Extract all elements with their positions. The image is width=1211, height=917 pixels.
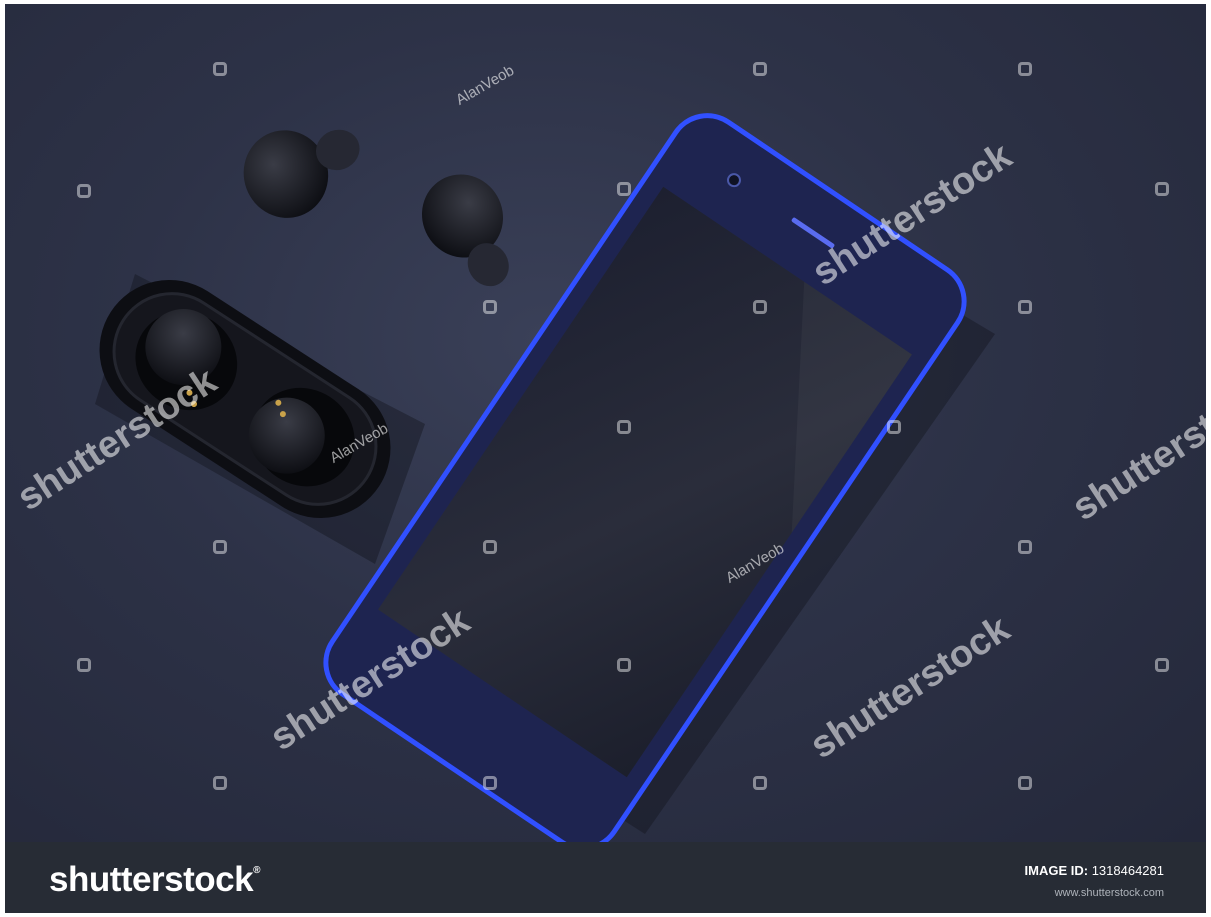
watermark-glyph-icon — [753, 300, 767, 314]
watermark-glyph-icon — [1155, 658, 1169, 672]
earbud-left — [243, 129, 360, 218]
site-url[interactable]: www.shutterstock.com — [1055, 888, 1164, 899]
watermark-glyph-icon — [617, 182, 631, 196]
watermark-glyph-icon — [1018, 62, 1032, 76]
photo-illustration — [95, 113, 995, 842]
watermark-glyph-icon — [483, 300, 497, 314]
watermark-glyph-icon — [617, 420, 631, 434]
registered-mark: ® — [253, 865, 260, 876]
product-photo: shutterstock shutterstock shutterstock s… — [5, 4, 1206, 842]
watermark-glyph-icon — [617, 658, 631, 672]
watermark-glyph-icon — [213, 776, 227, 790]
watermark-glyph-icon — [77, 184, 91, 198]
stock-photo-frame: shutterstock shutterstock shutterstock s… — [0, 0, 1211, 917]
watermark-glyph-icon — [483, 776, 497, 790]
image-id-label: IMAGE ID: — [1024, 863, 1089, 878]
watermark-glyph-icon — [1018, 540, 1032, 554]
watermark-glyph-icon — [213, 540, 227, 554]
image-id: IMAGE ID: 1318464281 — [1025, 864, 1165, 877]
image-id-value: 1318464281 — [1091, 863, 1164, 878]
watermark-glyph-icon — [753, 776, 767, 790]
watermark-glyph-icon — [887, 420, 901, 434]
earbuds-case — [99, 279, 391, 519]
watermark-glyph-icon — [77, 658, 91, 672]
watermark-glyph-icon — [1018, 300, 1032, 314]
stock-footer-bar: shutterstock® IMAGE ID: 1318464281 www.s… — [5, 842, 1206, 913]
earbud-right — [421, 174, 509, 287]
shutterstock-logo[interactable]: shutterstock® — [49, 862, 260, 897]
watermark-glyph-icon — [213, 62, 227, 76]
brand-text: shutterstock — [49, 860, 254, 899]
watermark-glyph-icon — [1018, 776, 1032, 790]
watermark-glyph-icon — [1155, 182, 1169, 196]
watermark-glyph-icon — [483, 540, 497, 554]
watermark-glyph-icon — [753, 62, 767, 76]
